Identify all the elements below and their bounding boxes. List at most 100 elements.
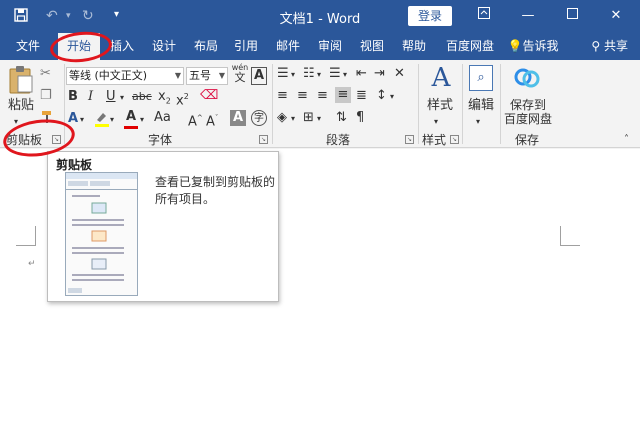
phonetic-guide-icon[interactable]: wén 文 — [231, 63, 249, 83]
borders-icon[interactable]: ⊞ — [303, 110, 314, 126]
change-case-icon[interactable]: Aa — [154, 110, 171, 126]
character-shading-icon[interactable]: A — [230, 110, 246, 126]
copy-icon[interactable]: ❐ — [40, 88, 52, 104]
cut-icon[interactable]: ✂ — [40, 66, 51, 82]
save-to-baidu-button[interactable]: 保存到 百度网盘 — [502, 98, 554, 126]
shading-dropdown-icon[interactable]: ▾ — [291, 111, 295, 127]
show-formatting-icon[interactable]: ¶ — [356, 110, 364, 126]
tab-layout[interactable]: 布局 — [188, 33, 224, 60]
group-divider — [418, 64, 419, 144]
ribbon-display-options-icon[interactable] — [472, 5, 496, 27]
styles-launcher-icon[interactable]: ↘ — [450, 135, 459, 144]
tab-insert[interactable]: 插入 — [104, 33, 140, 60]
multilevel-list-icon[interactable]: ☰ — [329, 66, 341, 82]
align-center-icon[interactable]: ≡ — [297, 88, 308, 104]
highlight-icon[interactable] — [94, 110, 110, 133]
paragraph-mark-icon: ↵ — [28, 259, 36, 269]
format-painter-icon[interactable] — [40, 110, 54, 129]
tab-design[interactable]: 设计 — [146, 33, 182, 60]
bullets-dropdown-icon[interactable]: ▾ — [291, 67, 295, 83]
ribbon-tab-bar: 文件 开始 插入 设计 布局 引用 邮件 审阅 视图 帮助 百度网盘 💡告诉我 … — [0, 33, 640, 60]
subscript-icon[interactable]: x2 — [158, 89, 171, 110]
grow-font-icon[interactable]: A^ — [188, 110, 203, 130]
tab-mailings[interactable]: 邮件 — [270, 33, 306, 60]
align-left-icon[interactable]: ≡ — [277, 88, 288, 104]
font-launcher-icon[interactable]: ↘ — [259, 135, 268, 144]
editing-button-label[interactable]: 编辑 — [464, 98, 498, 114]
font-color-icon[interactable]: A — [124, 109, 138, 129]
undo-dropdown-icon[interactable]: ▾ — [66, 11, 71, 21]
group-divider — [500, 64, 501, 144]
shrink-font-icon[interactable]: Aˇ — [206, 110, 218, 130]
group-divider — [462, 64, 463, 144]
text-effects-icon[interactable]: A — [68, 111, 78, 127]
customize-toolbar-icon[interactable]: ▾ — [114, 9, 119, 20]
login-button[interactable]: 登录 — [408, 6, 452, 26]
search-icon[interactable]: ⌕ — [469, 65, 493, 91]
underline-icon[interactable]: U — [106, 89, 116, 105]
decrease-indent-icon[interactable]: ⇤ — [356, 66, 367, 82]
styles-button-label[interactable]: 样式 — [422, 98, 458, 114]
tell-me-box[interactable]: 💡告诉我 — [504, 33, 562, 60]
tab-baidu-netdisk[interactable]: 百度网盘 — [440, 33, 500, 60]
tell-me-label: 告诉我 — [522, 39, 559, 53]
undo-icon[interactable]: ↶ — [46, 8, 58, 24]
enclose-characters-icon[interactable]: 字 — [251, 110, 267, 126]
clipboard-launcher-icon[interactable]: ↘ — [52, 135, 61, 144]
clipboard-pane-preview-image — [65, 172, 138, 296]
tooltip-description: 查看已复制到剪贴板的所有项目。 — [155, 175, 276, 206]
line-spacing-dropdown-icon[interactable]: ▾ — [390, 89, 394, 105]
tooltip-title: 剪贴板 — [56, 158, 93, 172]
align-right-icon[interactable]: ≡ — [317, 88, 328, 104]
paste-dropdown-icon[interactable]: ▾ — [14, 114, 18, 130]
borders-dropdown-icon[interactable]: ▾ — [317, 111, 321, 127]
italic-icon[interactable]: I — [88, 89, 93, 105]
asian-layout-icon[interactable]: ✕ — [394, 66, 405, 82]
underline-dropdown-icon[interactable]: ▾ — [120, 90, 124, 106]
ribbon-home: 粘贴 ▾ ✂ ❐ 剪贴板 ↘ 等线 (中文正文) ▼ 五号 ▼ wén 文 A B I… — [0, 60, 640, 148]
superscript-icon[interactable]: x2 — [176, 89, 189, 109]
sort-icon[interactable]: ⇅ — [336, 110, 347, 126]
collapse-ribbon-icon[interactable]: ˄ — [624, 132, 629, 148]
justify-icon[interactable]: ≡ — [335, 87, 351, 103]
redo-icon[interactable]: ↻ — [82, 8, 94, 24]
paste-label[interactable]: 粘贴 — [8, 98, 34, 114]
highlight-dropdown-icon[interactable]: ▾ — [110, 112, 114, 128]
increase-indent-icon[interactable]: ⇥ — [374, 66, 385, 82]
bold-icon[interactable]: B — [68, 89, 78, 105]
character-border-icon[interactable]: A — [251, 67, 267, 85]
paragraph-launcher-icon[interactable]: ↘ — [405, 135, 414, 144]
clear-formatting-icon[interactable]: ⌫ — [200, 88, 218, 104]
close-icon[interactable]: ✕ — [604, 5, 628, 27]
numbering-icon[interactable]: ☷ — [303, 66, 315, 82]
numbering-dropdown-icon[interactable]: ▾ — [317, 67, 321, 83]
group-divider — [64, 64, 65, 144]
maximize-icon[interactable] — [560, 5, 584, 27]
strikethrough-icon[interactable]: abc — [132, 89, 152, 105]
paste-icon[interactable] — [8, 64, 34, 94]
bullets-icon[interactable]: ☰ — [277, 66, 289, 82]
share-label: 共享 — [603, 39, 628, 53]
baidu-netdisk-icon[interactable] — [514, 67, 540, 89]
text-effects-dropdown-icon[interactable]: ▾ — [80, 112, 84, 128]
tab-view[interactable]: 视图 — [354, 33, 390, 60]
distributed-icon[interactable]: ≣ — [356, 88, 367, 104]
multilevel-dropdown-icon[interactable]: ▾ — [343, 67, 347, 83]
shading-icon[interactable]: ◈ — [277, 110, 287, 126]
minimize-icon[interactable]: — — [516, 5, 540, 27]
tab-file[interactable]: 文件 — [8, 33, 48, 60]
save-icon[interactable] — [14, 8, 28, 26]
share-button[interactable]: ⚲ 共享 — [591, 33, 628, 60]
tab-help[interactable]: 帮助 — [396, 33, 432, 60]
line-spacing-icon[interactable]: ↕ — [376, 88, 387, 104]
font-size-select[interactable]: 五号 ▼ — [186, 67, 228, 85]
tab-review[interactable]: 审阅 — [312, 33, 348, 60]
font-name-select[interactable]: 等线 (中文正文) ▼ — [66, 67, 184, 85]
tab-home[interactable]: 开始 — [58, 33, 100, 60]
styles-icon[interactable]: A — [428, 64, 454, 92]
font-color-dropdown-icon[interactable]: ▾ — [140, 112, 144, 128]
tab-references[interactable]: 引用 — [228, 33, 264, 60]
styles-dropdown-icon[interactable]: ▾ — [434, 114, 438, 130]
editing-dropdown-icon[interactable]: ▾ — [476, 114, 480, 130]
group-divider — [272, 64, 273, 144]
